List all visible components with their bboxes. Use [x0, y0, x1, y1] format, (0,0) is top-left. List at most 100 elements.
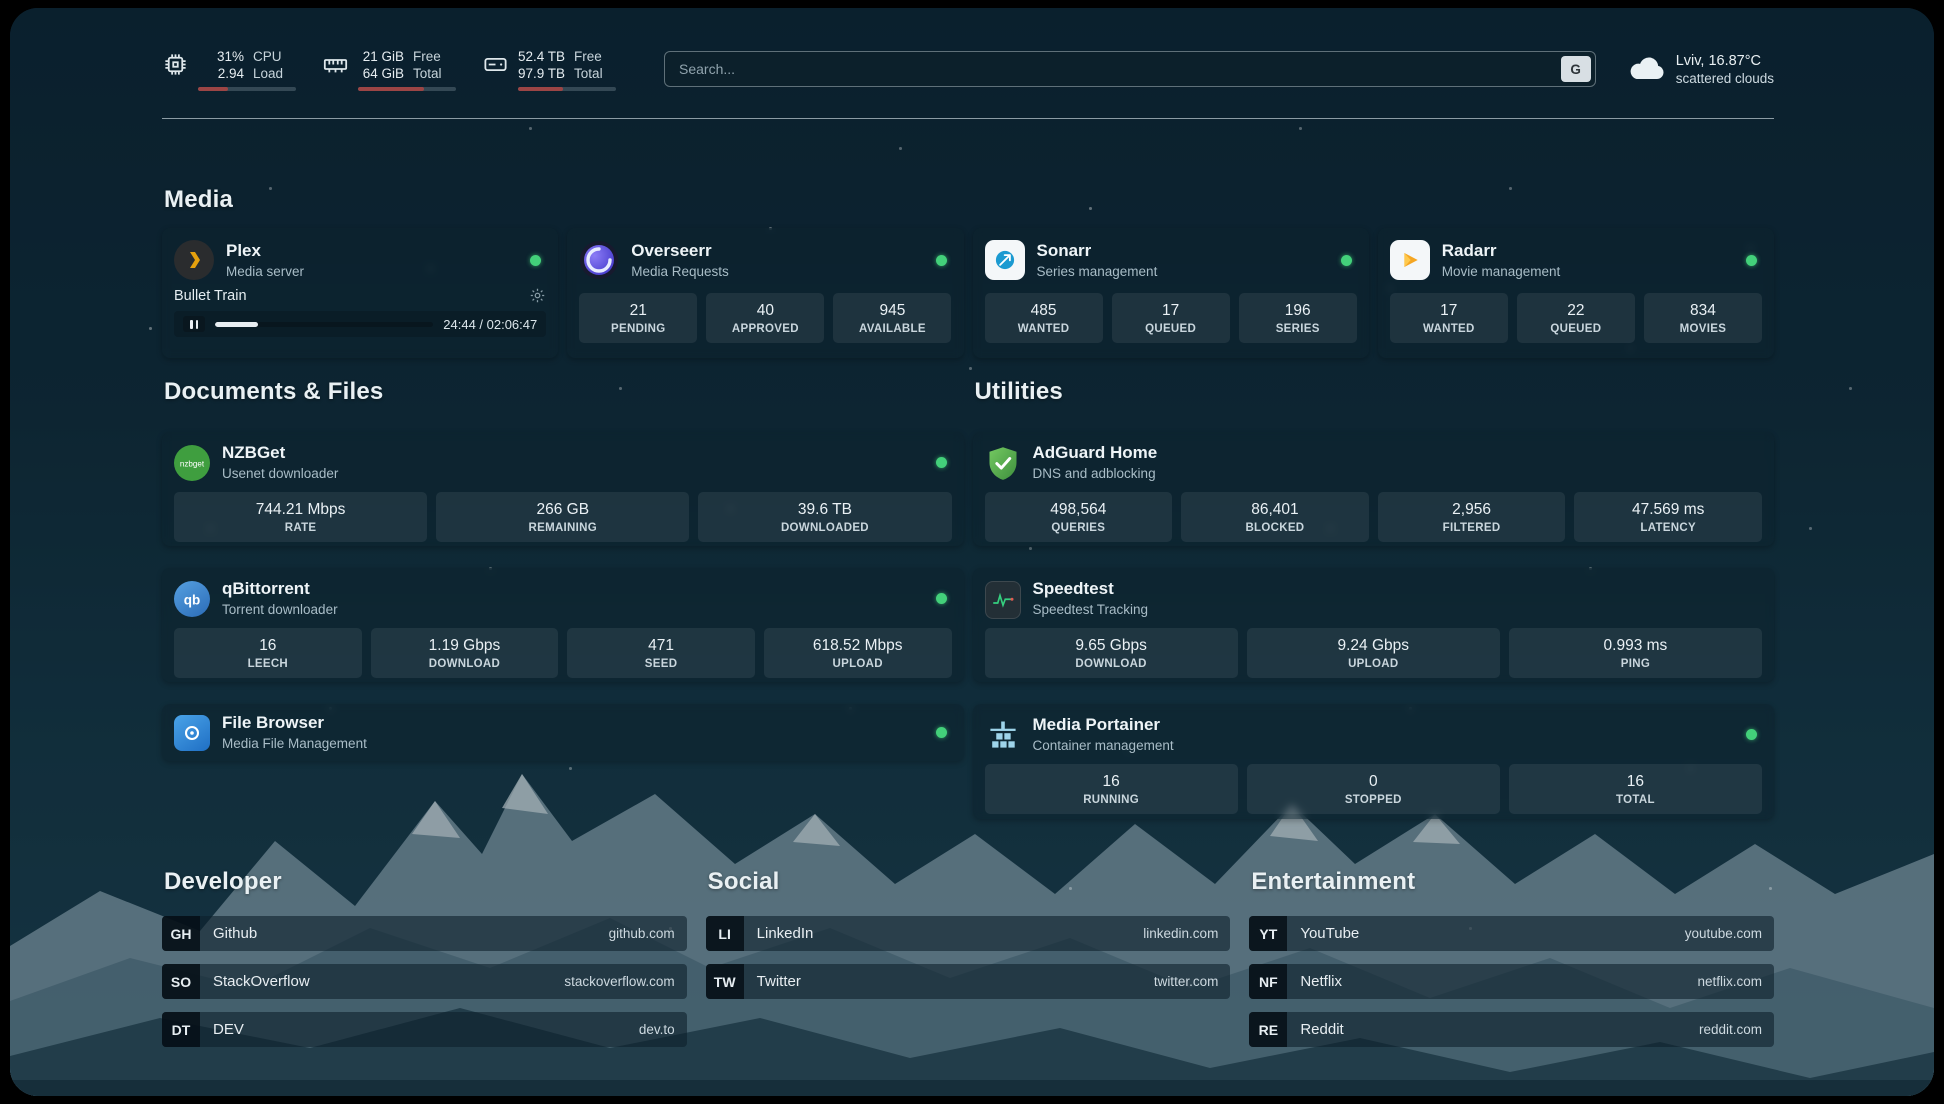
- stat-downloaded: 39.6 TB DOWNLOADED: [698, 492, 951, 542]
- stat-wanted: 485 WANTED: [985, 293, 1103, 343]
- status-dot: [1746, 255, 1757, 266]
- stat-running: 16 RUNNING: [985, 764, 1238, 814]
- disk-icon: [482, 51, 509, 78]
- cpu-percent: 31%: [217, 48, 244, 65]
- app-desc: Movie management: [1442, 263, 1561, 280]
- stat-queries: 498,564 QUERIES: [985, 492, 1173, 542]
- stat-total: 16 TOTAL: [1509, 764, 1762, 814]
- stat-pending: 21 PENDING: [579, 293, 697, 343]
- plex-card[interactable]: Plex Media server Bullet Train: [162, 228, 558, 358]
- bookmark-stackoverflow[interactable]: SO StackOverflow stackoverflow.com: [162, 964, 687, 999]
- svg-text:nzbget: nzbget: [180, 459, 205, 468]
- stat-wanted: 17 WANTED: [1390, 293, 1508, 343]
- search-engine-button[interactable]: G: [1561, 56, 1591, 82]
- radarr-card[interactable]: Radarr Movie management 17 WANTED 22 QUE…: [1378, 228, 1774, 358]
- stat-queued: 22 QUEUED: [1517, 293, 1635, 343]
- app-name: NZBGet: [222, 443, 338, 463]
- section-title-utilities: Utilities: [975, 378, 1775, 406]
- disk-usage-bar: [518, 87, 616, 91]
- stat-upload: 9.24 Gbps UPLOAD: [1247, 628, 1500, 678]
- qbittorrent-card[interactable]: qb qBittorrent Torrent downloader 16 LEE…: [162, 568, 964, 682]
- filebrowser-icon: [174, 715, 210, 751]
- overseerr-card[interactable]: Overseerr Media Requests 21 PENDING 40 A…: [567, 228, 963, 358]
- stat-ping: 0.993 ms PING: [1509, 628, 1762, 678]
- ram-free: 21 GiB: [363, 48, 404, 65]
- header-divider: [162, 118, 1774, 119]
- app-name: Plex: [226, 241, 304, 261]
- stat-filtered: 2,956 FILTERED: [1378, 492, 1566, 542]
- ram-usage-bar: [358, 87, 456, 91]
- stat-seed: 471 SEED: [567, 628, 755, 678]
- dashboard-window: 31% 2.94 CPU Load: [10, 8, 1934, 1096]
- dev-abbr-icon: DT: [162, 1012, 200, 1047]
- bookmark-netflix[interactable]: NF Netflix netflix.com: [1249, 964, 1774, 999]
- app-desc: Torrent downloader: [222, 601, 338, 618]
- adguard-icon: [985, 445, 1021, 481]
- app-desc: DNS and adblocking: [1033, 465, 1158, 482]
- app-desc: Speedtest Tracking: [1033, 601, 1149, 618]
- ram-usage-fill: [358, 87, 424, 91]
- status-dot: [936, 593, 947, 604]
- disk-usage-fill: [518, 87, 563, 91]
- stat-upload: 618.52 Mbps UPLOAD: [764, 628, 952, 678]
- bookmark-twitter[interactable]: TW Twitter twitter.com: [706, 964, 1231, 999]
- sonarr-icon: [985, 240, 1025, 280]
- stat-movies: 834 MOVIES: [1644, 293, 1762, 343]
- bookmarks-area: Developer GH Github github.com SO StackO…: [162, 868, 1774, 1060]
- app-name: Radarr: [1442, 241, 1561, 261]
- utilities-column: Utilities AdGuard Home DNS and: [973, 378, 1775, 819]
- bookmark-linkedin[interactable]: LI LinkedIn linkedin.com: [706, 916, 1231, 951]
- playback-time: 24:44 / 02:06:47: [443, 317, 537, 332]
- search-input[interactable]: [665, 61, 1561, 77]
- section-title-media: Media: [164, 186, 233, 214]
- app-name: qBittorrent: [222, 579, 338, 599]
- app-name: Overseerr: [631, 241, 729, 261]
- portainer-icon: [985, 717, 1021, 753]
- section-title-developer: Developer: [164, 868, 687, 896]
- cpu-usage-bar: [198, 87, 296, 91]
- nzbget-card[interactable]: nzbget NZBGet Usenet downloader 744.21 M…: [162, 432, 964, 546]
- stat-rate: 744.21 Mbps RATE: [174, 492, 427, 542]
- plex-icon: [174, 240, 214, 280]
- section-title-entertainment: Entertainment: [1251, 868, 1774, 896]
- stat-blocked: 86,401 BLOCKED: [1181, 492, 1369, 542]
- overseerr-icon: [579, 240, 619, 280]
- adguard-card[interactable]: AdGuard Home DNS and adblocking 498,564 …: [973, 432, 1775, 546]
- speedtest-card[interactable]: Speedtest Speedtest Tracking 9.65 Gbps D…: [973, 568, 1775, 682]
- linkedin-abbr-icon: LI: [706, 916, 744, 951]
- pause-button[interactable]: [183, 316, 205, 332]
- cpu-load-label: Load: [253, 65, 283, 82]
- top-bar: 31% 2.94 CPU Load: [162, 36, 1774, 102]
- cpu-metric: 31% 2.94 CPU Load: [162, 48, 296, 91]
- app-desc: Media server: [226, 263, 304, 280]
- app-desc: Media Requests: [631, 263, 729, 280]
- weather-widget: Lviv, 16.87°C scattered clouds: [1626, 52, 1774, 87]
- middle-columns: Documents & Files nzbget NZBGet Usenet d…: [162, 378, 1774, 819]
- stat-approved: 40 APPROVED: [706, 293, 824, 343]
- stat-stopped: 0 STOPPED: [1247, 764, 1500, 814]
- media-grid: Plex Media server Bullet Train: [162, 228, 1774, 358]
- bookmark-youtube[interactable]: YT YouTube youtube.com: [1249, 916, 1774, 951]
- section-title-documents: Documents & Files: [164, 378, 964, 406]
- status-dot: [936, 255, 947, 266]
- app-desc: Container management: [1033, 737, 1174, 754]
- bookmark-github[interactable]: GH Github github.com: [162, 916, 687, 951]
- bookmark-dev[interactable]: DT DEV dev.to: [162, 1012, 687, 1047]
- filebrowser-card[interactable]: File Browser Media File Management: [162, 704, 964, 761]
- reddit-abbr-icon: RE: [1249, 1012, 1287, 1047]
- stat-series: 196 SERIES: [1239, 293, 1357, 343]
- ram-total: 64 GiB: [363, 65, 404, 82]
- disk-total-label: Total: [574, 65, 603, 82]
- entertainment-section: Entertainment YT YouTube youtube.com NF …: [1249, 868, 1774, 1060]
- status-dot: [936, 457, 947, 468]
- settings-gear-icon[interactable]: [529, 287, 546, 304]
- stat-latency: 47.569 ms LATENCY: [1574, 492, 1762, 542]
- app-name: File Browser: [222, 713, 367, 733]
- search-bar[interactable]: G: [664, 51, 1596, 87]
- playback-progress-bar[interactable]: [215, 322, 433, 327]
- netflix-abbr-icon: NF: [1249, 964, 1287, 999]
- disk-metric: 52.4 TB 97.9 TB Free Total: [482, 48, 616, 91]
- bookmark-reddit[interactable]: RE Reddit reddit.com: [1249, 1012, 1774, 1047]
- sonarr-card[interactable]: Sonarr Series management 485 WANTED 17 Q…: [973, 228, 1369, 358]
- portainer-card[interactable]: Media Portainer Container management 16 …: [973, 704, 1775, 819]
